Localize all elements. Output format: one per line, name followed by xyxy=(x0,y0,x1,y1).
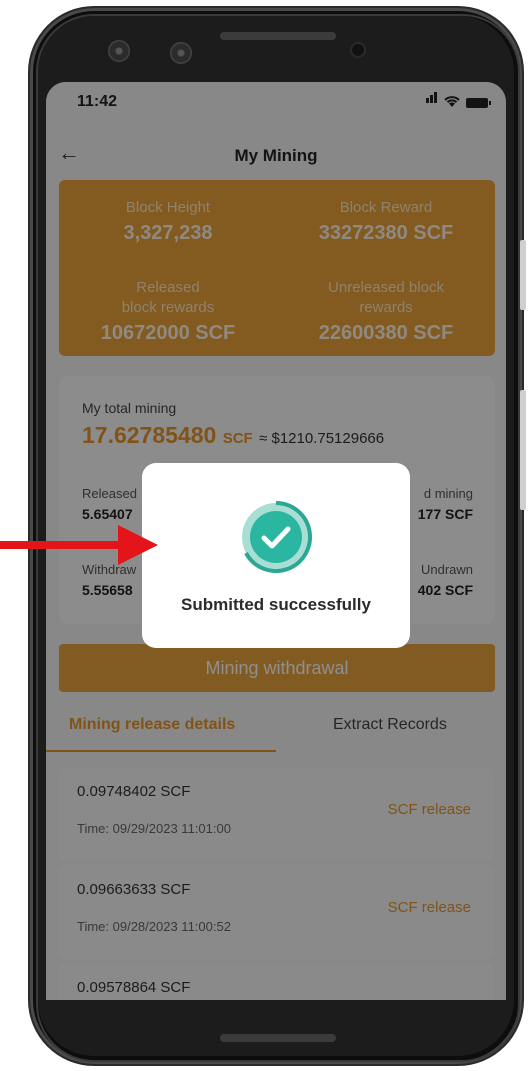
volume-button xyxy=(520,240,526,310)
bottom-speaker xyxy=(220,1034,336,1042)
red-arrow-icon xyxy=(0,525,158,565)
success-dialog: Submitted successfully xyxy=(142,463,410,648)
success-check-icon xyxy=(242,501,312,573)
power-button xyxy=(520,390,526,510)
earpiece-speaker xyxy=(220,32,336,40)
success-message: Submitted successfully xyxy=(181,595,371,614)
front-camera-icon-2 xyxy=(170,42,192,64)
front-camera-icon xyxy=(108,40,130,62)
screen-bottom-bezel xyxy=(46,1000,506,1022)
proximity-sensor xyxy=(352,44,364,56)
